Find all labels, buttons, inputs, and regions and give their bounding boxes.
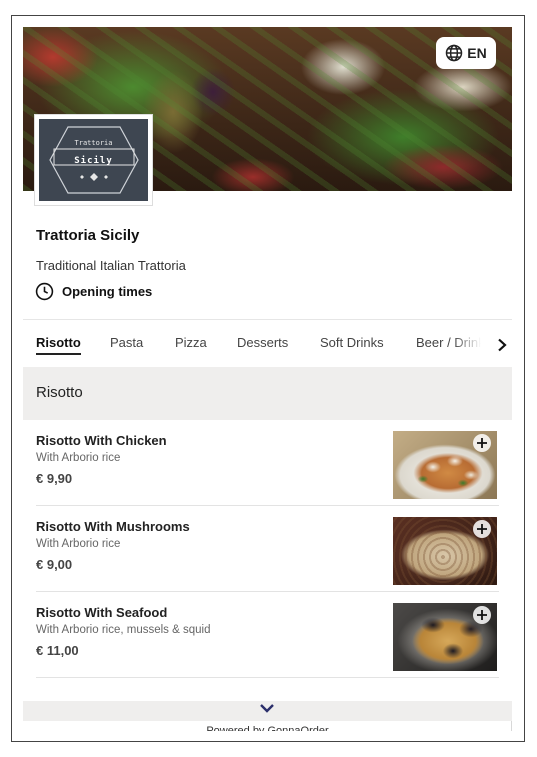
logo-badge: Trattoria Sicily bbox=[39, 119, 148, 201]
tab-risotto[interactable]: Risotto bbox=[36, 335, 81, 355]
menu-item-risotto-seafood[interactable]: Risotto With Seafood With Arborio rice, … bbox=[36, 592, 499, 678]
logo-main-text: Sicily bbox=[74, 156, 113, 166]
item-price: € 11,00 bbox=[36, 643, 79, 658]
scroll-down-button[interactable] bbox=[256, 701, 278, 715]
section-header: Risotto bbox=[23, 367, 512, 420]
language-button[interactable]: EN bbox=[436, 37, 496, 69]
item-name: Risotto With Seafood bbox=[36, 605, 168, 620]
item-name: Risotto With Chicken bbox=[36, 433, 167, 448]
add-item-button[interactable] bbox=[473, 520, 491, 538]
item-price: € 9,00 bbox=[36, 557, 73, 572]
menu-item-risotto-mushrooms[interactable]: Risotto With Mushrooms With Arborio rice… bbox=[36, 506, 499, 592]
language-label: EN bbox=[467, 45, 487, 61]
item-image bbox=[393, 431, 497, 499]
menu-app: EN Trattoria Sicily Trattoria Sicily Tra… bbox=[23, 27, 512, 731]
footer-edge bbox=[511, 721, 512, 731]
restaurant-description: Traditional Italian Trattoria bbox=[36, 258, 186, 273]
menu-item-risotto-chicken[interactable]: Risotto With Chicken With Arborio rice €… bbox=[36, 420, 499, 506]
tab-desserts[interactable]: Desserts bbox=[237, 335, 288, 350]
plus-icon bbox=[477, 438, 487, 448]
tab-pizza[interactable]: Pizza bbox=[175, 335, 207, 350]
tabs-next-button[interactable] bbox=[493, 333, 511, 357]
tab-soft-drinks[interactable]: Soft Drinks bbox=[320, 335, 384, 350]
tabs-fade bbox=[453, 327, 493, 367]
chevron-down-icon bbox=[260, 704, 274, 713]
opening-times-label: Opening times bbox=[62, 284, 153, 299]
section-title: Risotto bbox=[36, 384, 83, 401]
item-name: Risotto With Mushrooms bbox=[36, 519, 190, 534]
add-item-button[interactable] bbox=[473, 434, 491, 452]
restaurant-logo: Trattoria Sicily bbox=[35, 115, 152, 205]
item-image bbox=[393, 517, 497, 585]
item-image bbox=[393, 603, 497, 671]
chevron-right-icon bbox=[498, 338, 507, 352]
plus-icon bbox=[477, 610, 487, 620]
opening-times-link[interactable]: Opening times bbox=[35, 282, 152, 301]
restaurant-name: Trattoria Sicily bbox=[36, 227, 140, 244]
logo-top-text: Trattoria bbox=[74, 139, 113, 147]
globe-icon bbox=[446, 44, 463, 62]
item-description: With Arborio rice bbox=[36, 538, 121, 550]
clock-icon bbox=[35, 282, 54, 301]
item-description: With Arborio rice, mussels & squid bbox=[36, 624, 211, 636]
plus-icon bbox=[477, 524, 487, 534]
category-tabs: Risotto Pasta Pizza Desserts Soft Drinks… bbox=[23, 327, 512, 367]
tab-pasta[interactable]: Pasta bbox=[110, 335, 143, 350]
item-price: € 9,90 bbox=[36, 471, 73, 486]
page-frame: EN Trattoria Sicily Trattoria Sicily Tra… bbox=[11, 15, 525, 742]
divider bbox=[23, 319, 512, 320]
add-item-button[interactable] bbox=[473, 606, 491, 624]
powered-by-footer: Powered by GonnaOrder bbox=[23, 721, 512, 731]
item-description: With Arborio rice bbox=[36, 452, 121, 464]
